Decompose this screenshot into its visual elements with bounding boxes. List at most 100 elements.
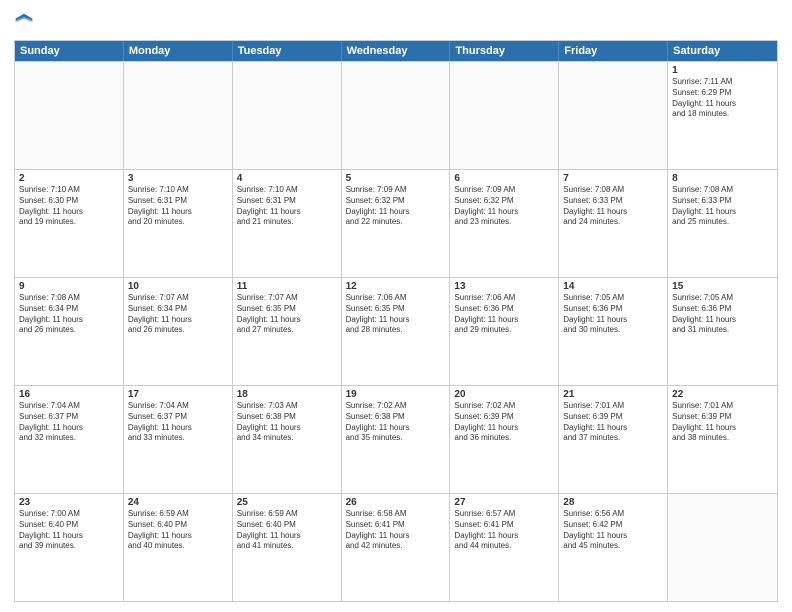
day-number: 3 xyxy=(128,173,228,184)
day-info: Sunrise: 7:02 AM Sunset: 6:39 PM Dayligh… xyxy=(454,401,554,444)
cal-cell-r4c4: 27Sunrise: 6:57 AM Sunset: 6:41 PM Dayli… xyxy=(450,494,559,601)
day-number: 28 xyxy=(563,497,663,508)
logo-icon xyxy=(14,12,34,32)
cal-cell-r0c3 xyxy=(342,62,451,169)
cal-cell-r2c5: 14Sunrise: 7:05 AM Sunset: 6:36 PM Dayli… xyxy=(559,278,668,385)
day-number: 14 xyxy=(563,281,663,292)
cal-cell-r3c4: 20Sunrise: 7:02 AM Sunset: 6:39 PM Dayli… xyxy=(450,386,559,493)
day-number: 17 xyxy=(128,389,228,400)
day-number: 1 xyxy=(672,65,773,76)
day-number: 5 xyxy=(346,173,446,184)
cal-cell-r1c6: 8Sunrise: 7:08 AM Sunset: 6:33 PM Daylig… xyxy=(668,170,777,277)
day-info: Sunrise: 7:02 AM Sunset: 6:38 PM Dayligh… xyxy=(346,401,446,444)
day-number: 25 xyxy=(237,497,337,508)
day-number: 13 xyxy=(454,281,554,292)
day-info: Sunrise: 7:11 AM Sunset: 6:29 PM Dayligh… xyxy=(672,77,773,120)
cal-cell-r0c1 xyxy=(124,62,233,169)
cal-cell-r4c2: 25Sunrise: 6:59 AM Sunset: 6:40 PM Dayli… xyxy=(233,494,342,601)
calendar-header-row: SundayMondayTuesdayWednesdayThursdayFrid… xyxy=(15,41,777,61)
day-info: Sunrise: 7:01 AM Sunset: 6:39 PM Dayligh… xyxy=(672,401,773,444)
cal-cell-r0c0 xyxy=(15,62,124,169)
cal-header-monday: Monday xyxy=(124,41,233,61)
cal-cell-r0c5 xyxy=(559,62,668,169)
day-number: 20 xyxy=(454,389,554,400)
day-info: Sunrise: 6:56 AM Sunset: 6:42 PM Dayligh… xyxy=(563,509,663,552)
cal-row-3: 16Sunrise: 7:04 AM Sunset: 6:37 PM Dayli… xyxy=(15,385,777,493)
day-number: 4 xyxy=(237,173,337,184)
day-number: 2 xyxy=(19,173,119,184)
day-info: Sunrise: 6:57 AM Sunset: 6:41 PM Dayligh… xyxy=(454,509,554,552)
cal-cell-r0c2 xyxy=(233,62,342,169)
cal-cell-r1c1: 3Sunrise: 7:10 AM Sunset: 6:31 PM Daylig… xyxy=(124,170,233,277)
logo xyxy=(14,10,37,32)
day-number: 27 xyxy=(454,497,554,508)
cal-row-1: 2Sunrise: 7:10 AM Sunset: 6:30 PM Daylig… xyxy=(15,169,777,277)
day-number: 15 xyxy=(672,281,773,292)
cal-cell-r3c0: 16Sunrise: 7:04 AM Sunset: 6:37 PM Dayli… xyxy=(15,386,124,493)
cal-header-saturday: Saturday xyxy=(668,41,777,61)
day-number: 6 xyxy=(454,173,554,184)
cal-cell-r4c0: 23Sunrise: 7:00 AM Sunset: 6:40 PM Dayli… xyxy=(15,494,124,601)
cal-cell-r3c5: 21Sunrise: 7:01 AM Sunset: 6:39 PM Dayli… xyxy=(559,386,668,493)
day-info: Sunrise: 7:04 AM Sunset: 6:37 PM Dayligh… xyxy=(128,401,228,444)
day-number: 11 xyxy=(237,281,337,292)
day-info: Sunrise: 6:58 AM Sunset: 6:41 PM Dayligh… xyxy=(346,509,446,552)
day-info: Sunrise: 7:03 AM Sunset: 6:38 PM Dayligh… xyxy=(237,401,337,444)
cal-cell-r1c0: 2Sunrise: 7:10 AM Sunset: 6:30 PM Daylig… xyxy=(15,170,124,277)
cal-header-tuesday: Tuesday xyxy=(233,41,342,61)
cal-cell-r4c6 xyxy=(668,494,777,601)
day-info: Sunrise: 7:10 AM Sunset: 6:30 PM Dayligh… xyxy=(19,185,119,228)
day-number: 9 xyxy=(19,281,119,292)
cal-cell-r2c2: 11Sunrise: 7:07 AM Sunset: 6:35 PM Dayli… xyxy=(233,278,342,385)
day-number: 22 xyxy=(672,389,773,400)
day-info: Sunrise: 6:59 AM Sunset: 6:40 PM Dayligh… xyxy=(128,509,228,552)
cal-cell-r4c3: 26Sunrise: 6:58 AM Sunset: 6:41 PM Dayli… xyxy=(342,494,451,601)
day-number: 12 xyxy=(346,281,446,292)
cal-header-thursday: Thursday xyxy=(450,41,559,61)
cal-cell-r0c6: 1Sunrise: 7:11 AM Sunset: 6:29 PM Daylig… xyxy=(668,62,777,169)
day-info: Sunrise: 7:05 AM Sunset: 6:36 PM Dayligh… xyxy=(672,293,773,336)
cal-cell-r2c6: 15Sunrise: 7:05 AM Sunset: 6:36 PM Dayli… xyxy=(668,278,777,385)
cal-cell-r2c1: 10Sunrise: 7:07 AM Sunset: 6:34 PM Dayli… xyxy=(124,278,233,385)
day-info: Sunrise: 6:59 AM Sunset: 6:40 PM Dayligh… xyxy=(237,509,337,552)
cal-cell-r2c4: 13Sunrise: 7:06 AM Sunset: 6:36 PM Dayli… xyxy=(450,278,559,385)
cal-cell-r1c5: 7Sunrise: 7:08 AM Sunset: 6:33 PM Daylig… xyxy=(559,170,668,277)
day-info: Sunrise: 7:10 AM Sunset: 6:31 PM Dayligh… xyxy=(128,185,228,228)
cal-cell-r4c5: 28Sunrise: 6:56 AM Sunset: 6:42 PM Dayli… xyxy=(559,494,668,601)
day-number: 26 xyxy=(346,497,446,508)
day-number: 23 xyxy=(19,497,119,508)
day-info: Sunrise: 7:06 AM Sunset: 6:35 PM Dayligh… xyxy=(346,293,446,336)
day-number: 10 xyxy=(128,281,228,292)
cal-cell-r1c3: 5Sunrise: 7:09 AM Sunset: 6:32 PM Daylig… xyxy=(342,170,451,277)
cal-cell-r3c2: 18Sunrise: 7:03 AM Sunset: 6:38 PM Dayli… xyxy=(233,386,342,493)
day-number: 16 xyxy=(19,389,119,400)
day-info: Sunrise: 7:10 AM Sunset: 6:31 PM Dayligh… xyxy=(237,185,337,228)
day-info: Sunrise: 7:08 AM Sunset: 6:33 PM Dayligh… xyxy=(563,185,663,228)
day-info: Sunrise: 7:08 AM Sunset: 6:34 PM Dayligh… xyxy=(19,293,119,336)
cal-row-2: 9Sunrise: 7:08 AM Sunset: 6:34 PM Daylig… xyxy=(15,277,777,385)
day-info: Sunrise: 7:07 AM Sunset: 6:34 PM Dayligh… xyxy=(128,293,228,336)
day-info: Sunrise: 7:04 AM Sunset: 6:37 PM Dayligh… xyxy=(19,401,119,444)
day-number: 19 xyxy=(346,389,446,400)
cal-header-wednesday: Wednesday xyxy=(342,41,451,61)
cal-row-0: 1Sunrise: 7:11 AM Sunset: 6:29 PM Daylig… xyxy=(15,61,777,169)
cal-cell-r2c0: 9Sunrise: 7:08 AM Sunset: 6:34 PM Daylig… xyxy=(15,278,124,385)
cal-cell-r3c3: 19Sunrise: 7:02 AM Sunset: 6:38 PM Dayli… xyxy=(342,386,451,493)
day-info: Sunrise: 7:06 AM Sunset: 6:36 PM Dayligh… xyxy=(454,293,554,336)
cal-header-friday: Friday xyxy=(559,41,668,61)
cal-cell-r4c1: 24Sunrise: 6:59 AM Sunset: 6:40 PM Dayli… xyxy=(124,494,233,601)
day-number: 21 xyxy=(563,389,663,400)
day-info: Sunrise: 7:07 AM Sunset: 6:35 PM Dayligh… xyxy=(237,293,337,336)
cal-cell-r3c6: 22Sunrise: 7:01 AM Sunset: 6:39 PM Dayli… xyxy=(668,386,777,493)
day-info: Sunrise: 7:09 AM Sunset: 6:32 PM Dayligh… xyxy=(346,185,446,228)
day-info: Sunrise: 7:01 AM Sunset: 6:39 PM Dayligh… xyxy=(563,401,663,444)
day-number: 18 xyxy=(237,389,337,400)
cal-cell-r1c4: 6Sunrise: 7:09 AM Sunset: 6:32 PM Daylig… xyxy=(450,170,559,277)
page: SundayMondayTuesdayWednesdayThursdayFrid… xyxy=(0,0,792,612)
day-info: Sunrise: 7:08 AM Sunset: 6:33 PM Dayligh… xyxy=(672,185,773,228)
cal-cell-r0c4 xyxy=(450,62,559,169)
day-number: 24 xyxy=(128,497,228,508)
cal-cell-r3c1: 17Sunrise: 7:04 AM Sunset: 6:37 PM Dayli… xyxy=(124,386,233,493)
calendar: SundayMondayTuesdayWednesdayThursdayFrid… xyxy=(14,40,778,602)
day-number: 8 xyxy=(672,173,773,184)
